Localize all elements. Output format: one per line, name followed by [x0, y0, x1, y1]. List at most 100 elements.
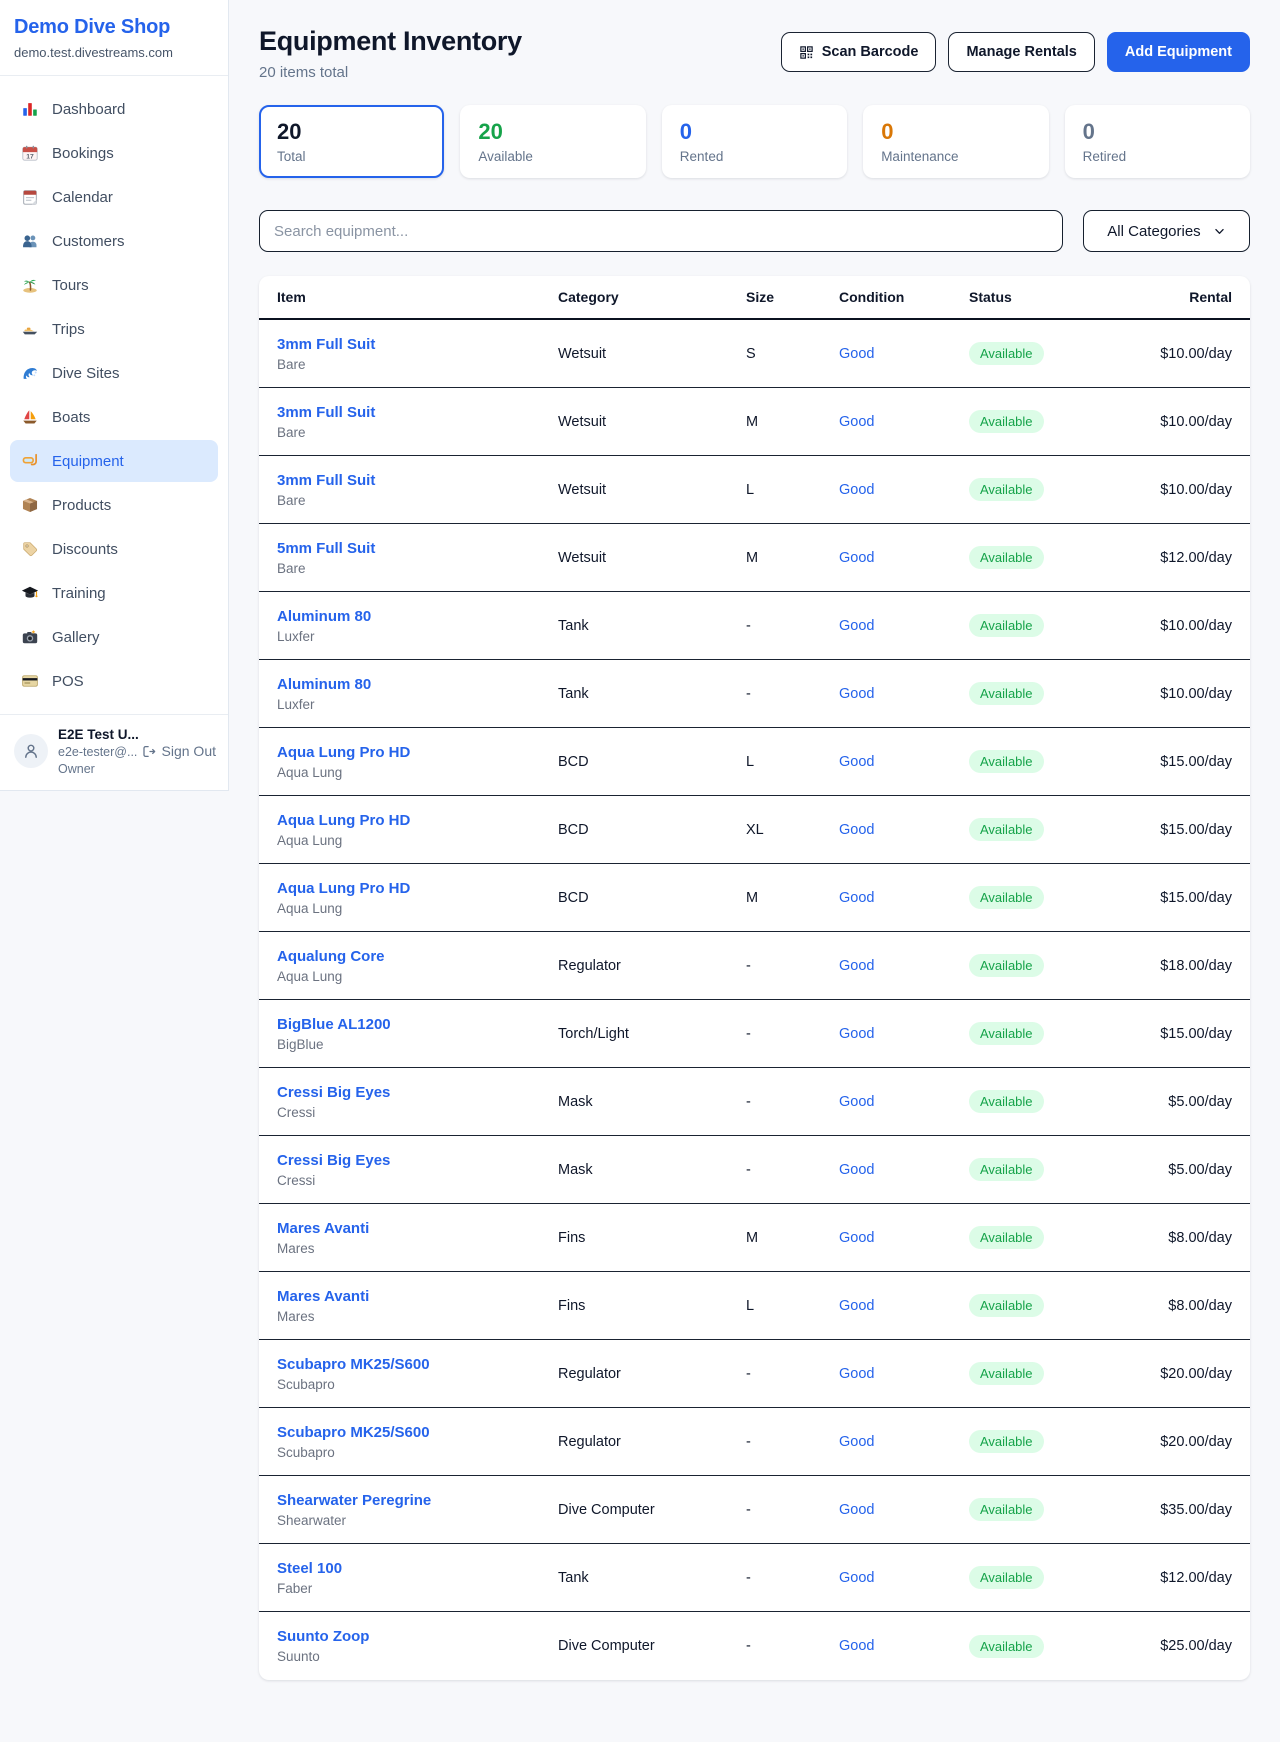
- sign-out-button[interactable]: Sign Out: [141, 743, 216, 759]
- item-name-link[interactable]: Suunto Zoop: [277, 1628, 558, 1645]
- add-equipment-button[interactable]: Add Equipment: [1107, 32, 1250, 72]
- condition-link[interactable]: Good: [839, 414, 969, 430]
- stat-card-rented[interactable]: 0 Rented: [662, 105, 847, 178]
- add-equipment-label: Add Equipment: [1125, 44, 1232, 60]
- size-cell: -: [746, 1026, 839, 1042]
- item-name-link[interactable]: Aqua Lung Pro HD: [277, 880, 558, 897]
- condition-link[interactable]: Good: [839, 1298, 969, 1314]
- status-badge: Available: [969, 886, 1044, 909]
- tearoff-calendar-icon: [21, 188, 39, 206]
- sidebar-item-tours[interactable]: Tours: [10, 264, 218, 306]
- item-name-link[interactable]: 3mm Full Suit: [277, 404, 558, 421]
- status-cell: Available: [969, 1226, 1120, 1249]
- condition-link[interactable]: Good: [839, 1434, 969, 1450]
- item-name-link[interactable]: Aqua Lung Pro HD: [277, 744, 558, 761]
- size-cell: -: [746, 1638, 839, 1654]
- condition-link[interactable]: Good: [839, 1230, 969, 1246]
- item-name-link[interactable]: Aqualung Core: [277, 948, 558, 965]
- item-name-link[interactable]: Scubapro MK25/S600: [277, 1424, 558, 1441]
- column-header-status: Status: [969, 289, 1120, 305]
- item-name-link[interactable]: Aluminum 80: [277, 676, 558, 693]
- equipment-table: Item Category Size Condition Status Rent…: [259, 276, 1250, 1680]
- size-cell: M: [746, 1230, 839, 1246]
- stat-card-retired[interactable]: 0 Retired: [1065, 105, 1250, 178]
- sidebar-item-equipment[interactable]: Equipment: [10, 440, 218, 482]
- condition-link[interactable]: Good: [839, 890, 969, 906]
- item-name-link[interactable]: Shearwater Peregrine: [277, 1492, 558, 1509]
- item-name-link[interactable]: Mares Avanti: [277, 1288, 558, 1305]
- status-cell: Available: [969, 614, 1120, 637]
- item-cell: Aqualung Core Aqua Lung: [277, 948, 558, 984]
- rental-cell: $8.00/day: [1120, 1298, 1232, 1314]
- sidebar-item-dive-sites[interactable]: Dive Sites: [10, 352, 218, 394]
- scan-barcode-button[interactable]: Scan Barcode: [781, 32, 937, 72]
- condition-link[interactable]: Good: [839, 754, 969, 770]
- item-name-link[interactable]: Aluminum 80: [277, 608, 558, 625]
- condition-link[interactable]: Good: [839, 1162, 969, 1178]
- size-cell: L: [746, 482, 839, 498]
- condition-link[interactable]: Good: [839, 550, 969, 566]
- rental-cell: $12.00/day: [1120, 550, 1232, 566]
- category-select[interactable]: All Categories: [1083, 210, 1250, 252]
- item-name-link[interactable]: 5mm Full Suit: [277, 540, 558, 557]
- status-cell: Available: [969, 682, 1120, 705]
- sidebar-item-calendar[interactable]: Calendar: [10, 176, 218, 218]
- item-brand: Aqua Lung: [277, 969, 558, 984]
- size-cell: -: [746, 1434, 839, 1450]
- item-name-link[interactable]: 3mm Full Suit: [277, 336, 558, 353]
- condition-link[interactable]: Good: [839, 482, 969, 498]
- stat-card-maintenance[interactable]: 0 Maintenance: [863, 105, 1048, 178]
- status-badge: Available: [969, 818, 1044, 841]
- sidebar-item-bookings[interactable]: Bookings: [10, 132, 218, 174]
- stat-label: Total: [277, 149, 426, 164]
- item-name-link[interactable]: Mares Avanti: [277, 1220, 558, 1237]
- sidebar-item-training[interactable]: Training: [10, 572, 218, 614]
- condition-link[interactable]: Good: [839, 686, 969, 702]
- item-brand: Aqua Lung: [277, 901, 558, 916]
- item-name-link[interactable]: Cressi Big Eyes: [277, 1084, 558, 1101]
- brand-name[interactable]: Demo Dive Shop: [14, 16, 214, 39]
- status-badge: Available: [969, 342, 1044, 365]
- stat-value: 0: [1083, 119, 1232, 145]
- search-input[interactable]: [259, 210, 1063, 252]
- condition-link[interactable]: Good: [839, 1094, 969, 1110]
- sidebar-item-products[interactable]: Products: [10, 484, 218, 526]
- condition-link[interactable]: Good: [839, 1502, 969, 1518]
- stat-label: Maintenance: [881, 149, 1030, 164]
- condition-link[interactable]: Good: [839, 1638, 969, 1654]
- sidebar-item-boats[interactable]: Boats: [10, 396, 218, 438]
- item-name-link[interactable]: 3mm Full Suit: [277, 472, 558, 489]
- condition-link[interactable]: Good: [839, 1026, 969, 1042]
- manage-rentals-button[interactable]: Manage Rentals: [948, 32, 1094, 72]
- sidebar-item-customers[interactable]: Customers: [10, 220, 218, 262]
- sidebar-item-dashboard[interactable]: Dashboard: [10, 88, 218, 130]
- status-badge: Available: [969, 1362, 1044, 1385]
- sidebar-item-trips[interactable]: Trips: [10, 308, 218, 350]
- sidebar-item-discounts[interactable]: Discounts: [10, 528, 218, 570]
- condition-link[interactable]: Good: [839, 346, 969, 362]
- stat-card-available[interactable]: 20 Available: [460, 105, 645, 178]
- status-cell: Available: [969, 1090, 1120, 1113]
- item-name-link[interactable]: Scubapro MK25/S600: [277, 1356, 558, 1373]
- condition-link[interactable]: Good: [839, 618, 969, 634]
- item-brand: Bare: [277, 493, 558, 508]
- grad-cap-icon: [21, 584, 39, 602]
- condition-link[interactable]: Good: [839, 1570, 969, 1586]
- category-cell: Wetsuit: [558, 482, 746, 498]
- item-name-link[interactable]: Steel 100: [277, 1560, 558, 1577]
- condition-link[interactable]: Good: [839, 1366, 969, 1382]
- rental-cell: $10.00/day: [1120, 482, 1232, 498]
- stat-value: 0: [881, 119, 1030, 145]
- condition-link[interactable]: Good: [839, 958, 969, 974]
- item-name-link[interactable]: BigBlue AL1200: [277, 1016, 558, 1033]
- item-name-link[interactable]: Aqua Lung Pro HD: [277, 812, 558, 829]
- table-row: Mares Avanti Mares Fins L Good Available…: [259, 1272, 1250, 1340]
- sidebar-item-pos[interactable]: POS: [10, 660, 218, 702]
- size-cell: -: [746, 958, 839, 974]
- condition-link[interactable]: Good: [839, 822, 969, 838]
- stats-row: 20 Total 20 Available 0 Rented 0 Mainten…: [259, 105, 1250, 178]
- sidebar-item-gallery[interactable]: Gallery: [10, 616, 218, 658]
- item-name-link[interactable]: Cressi Big Eyes: [277, 1152, 558, 1169]
- category-cell: Mask: [558, 1094, 746, 1110]
- stat-card-total[interactable]: 20 Total: [259, 105, 444, 178]
